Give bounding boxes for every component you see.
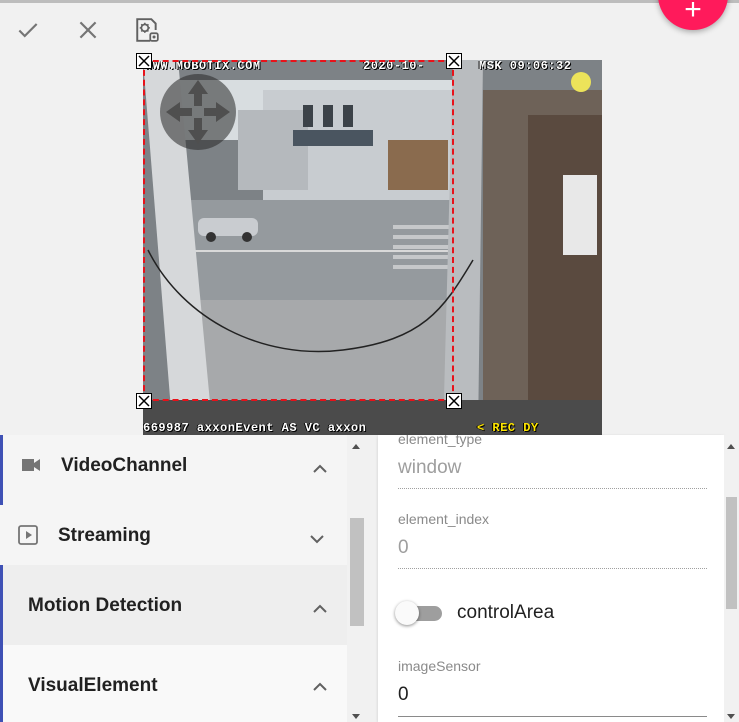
control-area-label: controlArea <box>457 602 555 623</box>
image-sensor-field[interactable]: 0 <box>398 684 409 706</box>
close-icon <box>138 395 150 407</box>
properties-form: element_type window element_index 0 cont… <box>378 435 724 722</box>
region-handle-top-left[interactable] <box>136 53 152 69</box>
accordion-label: VisualElement <box>28 675 158 696</box>
image-sensor-label: imageSensor <box>398 658 481 674</box>
element-type-field[interactable]: window <box>398 457 461 479</box>
move-region-handle[interactable] <box>160 74 236 150</box>
gear-document-icon <box>136 18 159 42</box>
accordion-label: VideoChannel <box>61 455 188 476</box>
video-osd-bottom: 669987 axxonEvent AS VC axxon < REC DY <box>143 420 602 435</box>
region-handle-top-right[interactable] <box>446 53 462 69</box>
scroll-down-arrow-icon[interactable] <box>352 714 360 719</box>
accordion-videochannel[interactable]: VideoChannel <box>0 435 347 505</box>
plus-icon: + <box>684 0 702 26</box>
close-icon <box>448 395 460 407</box>
accordion-label: Streaming <box>58 525 151 546</box>
top-divider <box>0 0 739 3</box>
check-icon <box>18 23 38 38</box>
control-area-toggle-knob[interactable] <box>395 601 419 625</box>
form-scrollbar[interactable] <box>724 435 739 722</box>
cancel-button[interactable] <box>74 16 102 44</box>
move-arrows-icon <box>166 80 230 144</box>
video-camera-icon <box>22 459 40 471</box>
scroll-up-arrow-icon[interactable] <box>727 444 735 449</box>
scrollbar-thumb[interactable] <box>350 518 364 626</box>
accordion-motion-detection[interactable]: Motion Detection <box>0 565 347 645</box>
chevron-up-icon <box>313 682 327 691</box>
play-square-icon <box>18 525 38 545</box>
field-underline <box>398 488 707 489</box>
osd-rec-text: < REC DY <box>477 421 539 435</box>
chevron-down-icon <box>310 535 324 544</box>
field-underline <box>398 716 707 717</box>
osd-time-text: MSK 09:06:32 <box>479 60 572 73</box>
close-icon <box>79 21 97 39</box>
accordion-label: Motion Detection <box>28 595 183 616</box>
field-underline <box>398 568 707 569</box>
scrollbar-thumb[interactable] <box>726 497 737 609</box>
region-handle-bottom-right[interactable] <box>446 393 462 409</box>
accordion-visualelement[interactable]: VisualElement <box>0 645 347 722</box>
apply-button[interactable] <box>14 16 42 44</box>
close-icon <box>138 55 150 67</box>
properties-accordion: VideoChannel Streaming Motion Detection … <box>0 435 347 722</box>
element-index-label: element_index <box>398 511 490 527</box>
scroll-up-arrow-icon[interactable] <box>352 444 360 449</box>
scroll-down-arrow-icon[interactable] <box>727 714 735 719</box>
region-handle-bottom-left[interactable] <box>136 393 152 409</box>
chevron-up-icon <box>313 464 327 473</box>
close-icon <box>448 55 460 67</box>
add-fab-button[interactable]: + <box>658 0 728 30</box>
element-type-label: element_type <box>398 435 483 447</box>
accordion-scrollbar[interactable] <box>348 435 366 722</box>
osd-event-text: 669987 axxonEvent AS VC axxon <box>143 421 367 435</box>
chevron-up-icon <box>313 604 327 613</box>
settings-button[interactable] <box>133 16 161 44</box>
element-index-field[interactable]: 0 <box>398 537 409 559</box>
